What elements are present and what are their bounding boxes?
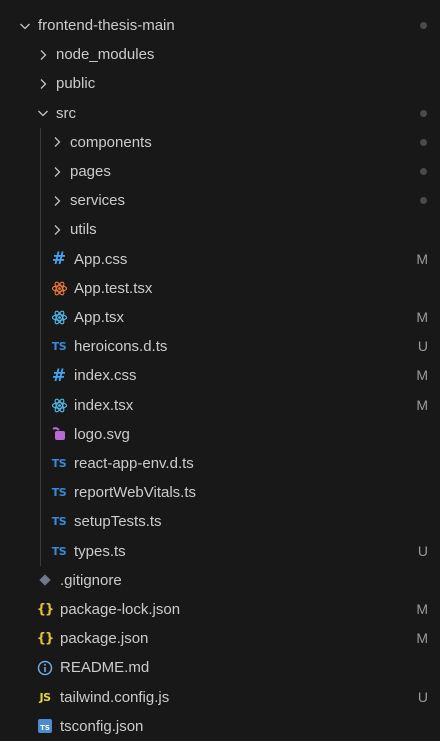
typescript-icon: TS [51, 515, 67, 529]
file-item-package-json[interactable]: {} package.json M [0, 624, 440, 653]
file-item-react-app-env-d-ts[interactable]: TS react-app-env.d.ts [0, 449, 440, 478]
folder-item-components[interactable]: components [0, 128, 440, 157]
folder-item-services[interactable]: services [0, 186, 440, 215]
file-item-logo-svg[interactable]: logo.svg [0, 420, 440, 449]
file-item-reportwebvitals-ts[interactable]: TS reportWebVitals.ts [0, 478, 440, 507]
css-hash-icon: # [51, 249, 67, 270]
chevron-right-icon[interactable] [36, 77, 50, 91]
info-circle-icon [36, 659, 54, 677]
item-label: package.json [60, 630, 149, 648]
folder-item-src[interactable]: src [0, 99, 440, 128]
item-label: src [56, 104, 76, 122]
modified-dot-indicator [420, 109, 427, 117]
json-braces-icon: {} [36, 631, 54, 647]
file-item-types-ts[interactable]: TS types.ts U [0, 537, 440, 566]
typescript-icon: TS [51, 340, 67, 354]
typescript-icon: TS [51, 486, 67, 500]
item-label: package-lock.json [60, 601, 181, 618]
item-label: App.css [74, 250, 128, 268]
file-item-tsconfig-json[interactable]: TS tsconfig.json [0, 712, 440, 741]
item-label: tsconfig.json [60, 717, 144, 735]
json-braces-icon: {} [36, 602, 54, 617]
file-item-heroicons-d-ts[interactable]: TS heroicons.d.ts U [0, 332, 440, 361]
file-item-package-lock-json[interactable]: {} package-lock.json M [0, 595, 440, 624]
folder-item-pages[interactable]: pages [0, 157, 440, 186]
item-label: logo.svg [74, 425, 130, 443]
svg-file-icon [50, 425, 68, 443]
file-item-gitignore[interactable]: .gitignore [0, 566, 440, 595]
git-status-badge: M [416, 250, 428, 267]
git-status-badge: U [417, 542, 428, 559]
scrollbar-track[interactable] [436, 0, 440, 740]
typescript-icon: TS [51, 544, 67, 558]
file-item-app-css[interactable]: # App.css M [0, 245, 440, 274]
file-item-index-tsx[interactable]: index.tsx M [0, 391, 440, 420]
chevron-down-icon[interactable] [36, 106, 50, 120]
item-label: utils [70, 221, 97, 239]
item-label: react-app-env.d.ts [74, 455, 194, 472]
file-item-tailwind-config-js[interactable]: JS tailwind.config.js U [0, 683, 440, 712]
chevron-right-icon[interactable] [36, 48, 50, 62]
item-label: setupTests.ts [74, 513, 162, 531]
item-label: index.tsx [74, 396, 134, 414]
indent-guide [40, 127, 41, 566]
chevron-right-icon[interactable] [50, 165, 64, 179]
item-label: App.test.tsx [74, 279, 153, 297]
item-label: heroicons.d.ts [74, 338, 168, 356]
git-status-badge: M [416, 309, 428, 325]
react-test-icon [50, 279, 68, 297]
git-status-badge: M [416, 630, 428, 647]
item-label: index.css [74, 367, 137, 385]
git-status-badge: M [416, 601, 428, 617]
folder-item-public[interactable]: public [0, 69, 440, 98]
item-label: reportWebVitals.ts [74, 484, 196, 502]
chevron-down-icon[interactable] [18, 19, 32, 33]
javascript-icon: JS [39, 690, 51, 704]
tsconfig-icon: TS [36, 717, 54, 735]
git-status-badge: U [417, 338, 428, 355]
item-label: tailwind.config.js [60, 688, 170, 706]
git-diamond-icon [36, 571, 54, 589]
git-status-badge: M [416, 367, 428, 384]
item-label: pages [70, 163, 111, 180]
item-label: node_modules [56, 46, 155, 64]
modified-dot-indicator [420, 138, 427, 146]
chevron-right-icon[interactable] [50, 223, 64, 237]
folder-item-frontend-thesis-main[interactable]: frontend-thesis-main [0, 11, 440, 40]
item-label: types.ts [74, 542, 126, 560]
css-hash-icon: # [51, 365, 67, 386]
git-status-badge: U [417, 688, 428, 705]
react-icon [50, 396, 68, 414]
chevron-right-icon[interactable] [50, 194, 64, 208]
modified-dot-indicator [420, 22, 427, 29]
file-item-app-tsx[interactable]: App.tsx M [0, 303, 440, 332]
folder-item-node-modules[interactable]: node_modules [0, 40, 440, 69]
file-item-app-test-tsx[interactable]: App.test.tsx [0, 274, 440, 303]
file-item-readme-md[interactable]: README.md [0, 653, 440, 682]
item-label: frontend-thesis-main [38, 17, 175, 34]
file-item-setuptests-ts[interactable]: TS setupTests.ts [0, 507, 440, 536]
item-label: components [70, 133, 152, 151]
item-label: App.tsx [74, 309, 125, 326]
item-label: public [56, 75, 96, 93]
chevron-right-icon[interactable] [50, 135, 64, 149]
folder-item-utils[interactable]: utils [0, 215, 440, 244]
file-explorer: frontend-thesis-main node_modulespublic sr… [0, 0, 440, 740]
item-label: README.md [60, 659, 150, 677]
react-icon [50, 309, 68, 327]
item-label: .gitignore [60, 571, 122, 589]
modified-dot-indicator [420, 168, 427, 175]
item-label: services [70, 192, 126, 210]
typescript-icon: TS [51, 457, 67, 470]
file-item-index-css[interactable]: # index.css M [0, 361, 440, 390]
git-status-badge: M [416, 396, 428, 413]
